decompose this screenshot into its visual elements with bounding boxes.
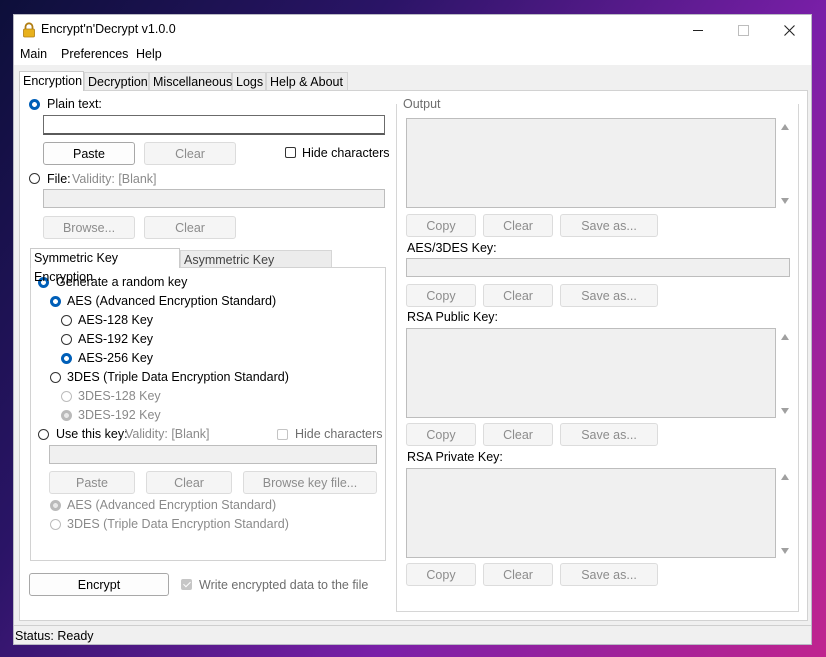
key-hide-characters-label: Hide characters <box>295 427 383 441</box>
rsa-public-save-button[interactable]: Save as... <box>560 423 658 446</box>
tab-asymmetric-key[interactable]: Asymmetric Key Encryption <box>180 250 332 286</box>
rsa-public-key-textarea[interactable] <box>406 328 776 418</box>
output-clear-button[interactable]: Clear <box>483 214 553 237</box>
aes-key-clear-button[interactable]: Clear <box>483 284 553 307</box>
des-128-radio[interactable] <box>61 391 72 402</box>
rsa-private-copy-button[interactable]: Copy <box>406 563 476 586</box>
rsa-public-clear-button[interactable]: Clear <box>483 423 553 446</box>
key-algo-des-radio[interactable] <box>50 519 61 530</box>
rsa-private-scroll-up-icon[interactable] <box>781 474 789 480</box>
rsa-private-clear-button[interactable]: Clear <box>483 563 553 586</box>
des-radio[interactable] <box>50 372 61 383</box>
aes-key-output-label: AES/3DES Key: <box>407 241 497 255</box>
use-key-label: Use this key: <box>56 427 128 441</box>
menu-bar: Main Preferences Help <box>14 45 811 65</box>
rsa-public-key-label: RSA Public Key: <box>407 310 499 324</box>
rsa-private-key-label: RSA Private Key: <box>407 450 503 464</box>
aes-key-save-button[interactable]: Save as... <box>560 284 658 307</box>
output-save-button[interactable]: Save as... <box>560 214 658 237</box>
aes-128-radio[interactable] <box>61 315 72 326</box>
key-hide-characters-checkbox[interactable] <box>277 429 288 440</box>
tab-encryption[interactable]: Encryption <box>19 71 84 91</box>
minimize-icon <box>693 29 703 31</box>
title-bar: Encrypt'n'Decrypt v1.0.0 <box>14 15 811 45</box>
aes-192-label: AES-192 Key <box>78 332 154 346</box>
clear-text-button[interactable]: Clear <box>144 142 236 165</box>
maximize-button[interactable] <box>720 15 766 45</box>
tab-decryption[interactable]: Decryption <box>84 72 149 91</box>
key-input[interactable] <box>49 445 377 464</box>
app-window: Encrypt'n'Decrypt v1.0.0 Main Preference… <box>13 14 812 645</box>
file-label: File: <box>47 172 71 186</box>
paste-button[interactable]: Paste <box>43 142 135 165</box>
output-scroll-down-icon[interactable] <box>781 198 789 204</box>
close-button[interactable] <box>766 15 811 45</box>
write-to-file-label: Write encrypted data to the file <box>199 578 369 592</box>
plain-text-input[interactable] <box>43 115 385 135</box>
status-text: Status: Ready <box>15 629 94 643</box>
rsa-private-key-textarea[interactable] <box>406 468 776 558</box>
hide-characters-label: Hide characters <box>302 146 390 160</box>
aes-192-radio[interactable] <box>61 334 72 345</box>
des-192-label: 3DES-192 Key <box>78 408 161 422</box>
menu-preferences[interactable]: Preferences <box>61 47 128 61</box>
key-algo-aes-radio[interactable] <box>50 500 61 511</box>
des-label: 3DES (Triple Data Encryption Standard) <box>67 370 289 384</box>
aes-radio[interactable] <box>50 296 61 307</box>
rsa-public-scroll-up-icon[interactable] <box>781 334 789 340</box>
tab-miscellaneous[interactable]: Miscellaneous <box>149 72 232 91</box>
aes-128-label: AES-128 Key <box>78 313 154 327</box>
rsa-public-scroll-down-icon[interactable] <box>781 408 789 414</box>
rsa-public-copy-button[interactable]: Copy <box>406 423 476 446</box>
maximize-icon <box>737 24 749 36</box>
key-clear-button[interactable]: Clear <box>146 471 232 494</box>
des-128-label: 3DES-128 Key <box>78 389 161 403</box>
symmetric-key-panel: Generate a random key AES (Advanced Encr… <box>30 267 386 561</box>
key-paste-button[interactable]: Paste <box>49 471 135 494</box>
key-validity-text: Validity: [Blank] <box>125 427 210 441</box>
key-algo-aes-label: AES (Advanced Encryption Standard) <box>67 498 277 512</box>
encryption-panel: Plain text: Paste Clear Hide characters … <box>19 90 808 621</box>
close-icon <box>783 24 795 36</box>
file-path-input[interactable] <box>43 189 385 208</box>
window-title: Encrypt'n'Decrypt v1.0.0 <box>41 22 176 36</box>
output-scroll-up-icon[interactable] <box>781 124 789 130</box>
aes-label: AES (Advanced Encryption Standard) <box>67 294 277 308</box>
lock-icon <box>22 22 36 38</box>
aes-key-output-field[interactable] <box>406 258 790 277</box>
key-algo-des-label: 3DES (Triple Data Encryption Standard) <box>67 517 289 531</box>
use-key-radio[interactable] <box>38 429 49 440</box>
output-textarea[interactable] <box>406 118 776 208</box>
plain-text-label: Plain text: <box>47 97 102 111</box>
encrypt-button[interactable]: Encrypt <box>29 573 169 596</box>
output-copy-button[interactable]: Copy <box>406 214 476 237</box>
write-to-file-checkbox[interactable] <box>181 579 192 590</box>
tab-logs[interactable]: Logs <box>232 72 266 91</box>
minimize-button[interactable] <box>675 15 721 45</box>
rsa-private-scroll-down-icon[interactable] <box>781 548 789 554</box>
tab-help-about[interactable]: Help & About <box>266 72 348 91</box>
file-validity-text: Validity: [Blank] <box>72 172 157 186</box>
aes-256-label: AES-256 Key <box>78 351 154 365</box>
browse-key-file-button[interactable]: Browse key file... <box>243 471 377 494</box>
status-bar: Status: Ready <box>14 625 811 644</box>
tab-symmetric-key[interactable]: Symmetric Key Encryption <box>30 248 180 284</box>
aes-256-radio[interactable] <box>61 353 72 364</box>
aes-key-copy-button[interactable]: Copy <box>406 284 476 307</box>
menu-main[interactable]: Main <box>20 47 47 61</box>
hide-characters-checkbox[interactable] <box>285 147 296 158</box>
menu-help[interactable]: Help <box>136 47 162 61</box>
browse-button[interactable]: Browse... <box>43 216 135 239</box>
des-192-radio[interactable] <box>61 410 72 421</box>
file-radio[interactable] <box>29 173 40 184</box>
plain-text-radio[interactable] <box>29 99 40 110</box>
clear-file-button[interactable]: Clear <box>144 216 236 239</box>
rsa-private-save-button[interactable]: Save as... <box>560 563 658 586</box>
